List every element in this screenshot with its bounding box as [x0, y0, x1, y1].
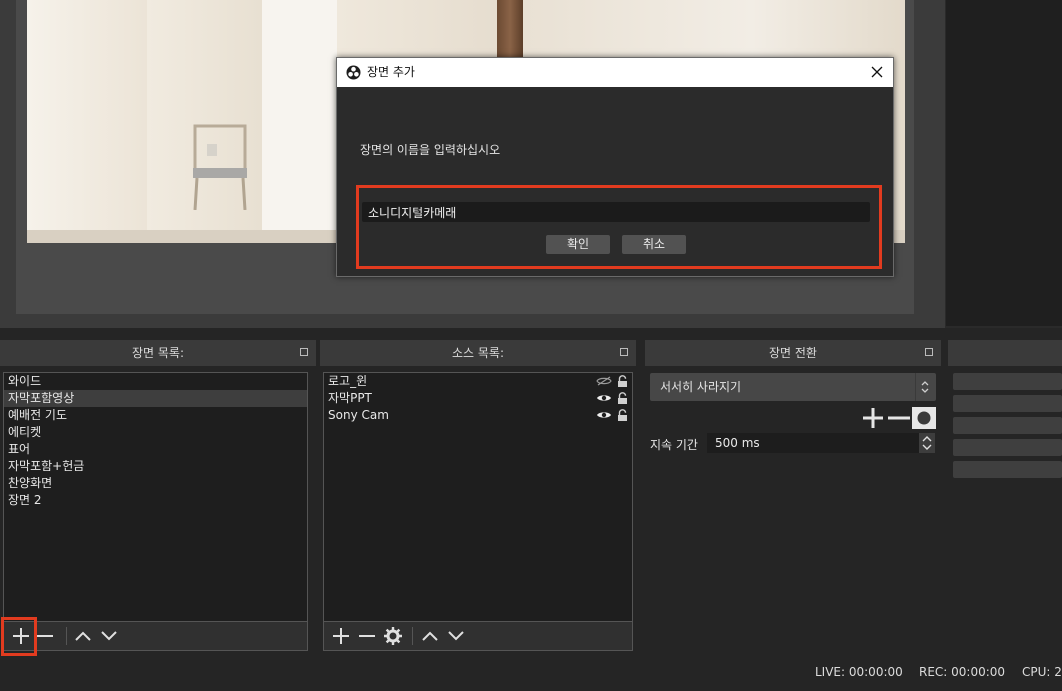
control-button[interactable] [953, 417, 1062, 434]
add-transition-button[interactable] [861, 407, 885, 429]
scenes-dock-title-text: 장면 목록: [131, 346, 185, 360]
source-label: Sony Cam [328, 408, 389, 422]
remove-source-button[interactable] [356, 625, 378, 647]
eye-hidden-icon[interactable] [596, 376, 612, 386]
scene-toolbar [3, 622, 308, 651]
sources-dock-title-text: 소스 목록: [451, 346, 505, 360]
chair-image [193, 124, 247, 210]
spin-arrows-icon [922, 436, 932, 450]
move-scene-down-button[interactable] [98, 625, 120, 647]
scene-list-item[interactable]: 자막포함+헌금 [4, 458, 307, 475]
float-icon[interactable] [925, 348, 933, 356]
up-arrow-icon [422, 631, 438, 641]
minus-icon [888, 416, 910, 420]
scene-list-item[interactable]: 장면 2 [4, 492, 307, 509]
right-dock-panel [946, 0, 1062, 326]
move-source-up-button[interactable] [419, 625, 441, 647]
transition-properties-button[interactable] [912, 407, 936, 429]
transitions-dock-title: 장면 전환 [645, 340, 941, 366]
source-label: 로고_윈 [328, 374, 368, 388]
scene-list-item[interactable]: 와이드 [4, 373, 307, 390]
controls-dock-title [948, 340, 1062, 366]
down-arrow-icon [101, 631, 117, 641]
transitions-dock-title-text: 장면 전환 [769, 346, 817, 360]
duration-label: 지속 기간 [650, 438, 698, 452]
settings-dot-icon [917, 411, 931, 425]
cpu-status: CPU: 2 [1022, 665, 1062, 679]
control-button[interactable] [953, 395, 1062, 412]
close-icon [871, 66, 883, 78]
sources-dock: 소스 목록: [320, 340, 636, 366]
dialog-titlebar[interactable]: 장면 추가 [337, 58, 893, 87]
scene-list-item[interactable]: 표어 [4, 441, 307, 458]
up-arrow-icon [75, 631, 91, 641]
plus-icon [333, 628, 349, 644]
rec-status: REC: 00:00:00 [919, 665, 1006, 679]
obs-logo-icon [346, 65, 361, 80]
duration-spinbox[interactable]: 500 ms [707, 433, 935, 453]
scene-list-item[interactable]: 찬양화면 [4, 475, 307, 492]
scenes-dock-title: 장면 목록: [0, 340, 316, 366]
minus-icon [359, 635, 375, 637]
control-button[interactable] [953, 439, 1062, 456]
down-arrow-icon [448, 631, 464, 641]
add-source-button[interactable] [330, 625, 352, 647]
scenes-dock: 장면 목록: [0, 340, 316, 366]
move-source-down-button[interactable] [445, 625, 467, 647]
source-label: 자막PPT [328, 391, 372, 405]
source-properties-button[interactable] [382, 625, 404, 647]
toolbar-separator [66, 627, 67, 645]
float-icon[interactable] [300, 348, 308, 356]
scene-list[interactable]: 와이드 자막포함영상 예배전 기도 에티켓 표어 자막포함+헌금 찬양화면 장면 2 [3, 372, 308, 622]
control-button[interactable] [953, 461, 1062, 478]
duration-value: 500 ms [715, 436, 760, 450]
eye-icon[interactable] [596, 393, 612, 403]
transitions-dock: 장면 전환 [645, 340, 941, 366]
float-icon[interactable] [620, 348, 628, 356]
source-list-item[interactable]: 로고_윈 [324, 373, 632, 390]
source-list-item[interactable]: 자막PPT [324, 390, 632, 407]
scene-list-item[interactable]: 에티켓 [4, 424, 307, 441]
scene-list-item[interactable]: 예배전 기도 [4, 407, 307, 424]
scene-list-item[interactable]: 자막포함영상 [4, 390, 307, 407]
transition-select-value: 서서히 사라지기 [660, 380, 742, 394]
remove-scene-button[interactable] [34, 625, 56, 647]
source-toolbar [323, 622, 633, 651]
gear-icon [384, 627, 402, 645]
plus-icon [863, 408, 883, 428]
dialog-prompt: 장면의 이름을 입력하십시오 [360, 143, 501, 157]
toolbar-separator [412, 627, 413, 645]
minus-icon [37, 635, 53, 637]
lock-icon[interactable] [617, 392, 628, 404]
sources-dock-title: 소스 목록: [320, 340, 636, 366]
remove-transition-button[interactable] [887, 407, 911, 429]
live-status: LIVE: 00:00:00 [815, 665, 903, 679]
lock-icon[interactable] [617, 409, 628, 421]
lock-icon[interactable] [617, 375, 628, 387]
updown-chevron-icon [921, 381, 929, 393]
move-scene-up-button[interactable] [72, 625, 94, 647]
dialog-title: 장면 추가 [367, 65, 415, 79]
close-button[interactable] [867, 62, 887, 82]
input-highlight [356, 185, 882, 269]
add-scene-highlight [1, 617, 37, 656]
source-list-item[interactable]: Sony Cam [324, 407, 632, 424]
transition-select[interactable]: 서서히 사라지기 [650, 373, 936, 401]
spin-buttons[interactable] [919, 433, 935, 453]
source-list[interactable]: 로고_윈자막PPT Sony Cam [323, 372, 633, 622]
eye-icon[interactable] [596, 410, 612, 420]
control-button[interactable] [953, 373, 1062, 390]
